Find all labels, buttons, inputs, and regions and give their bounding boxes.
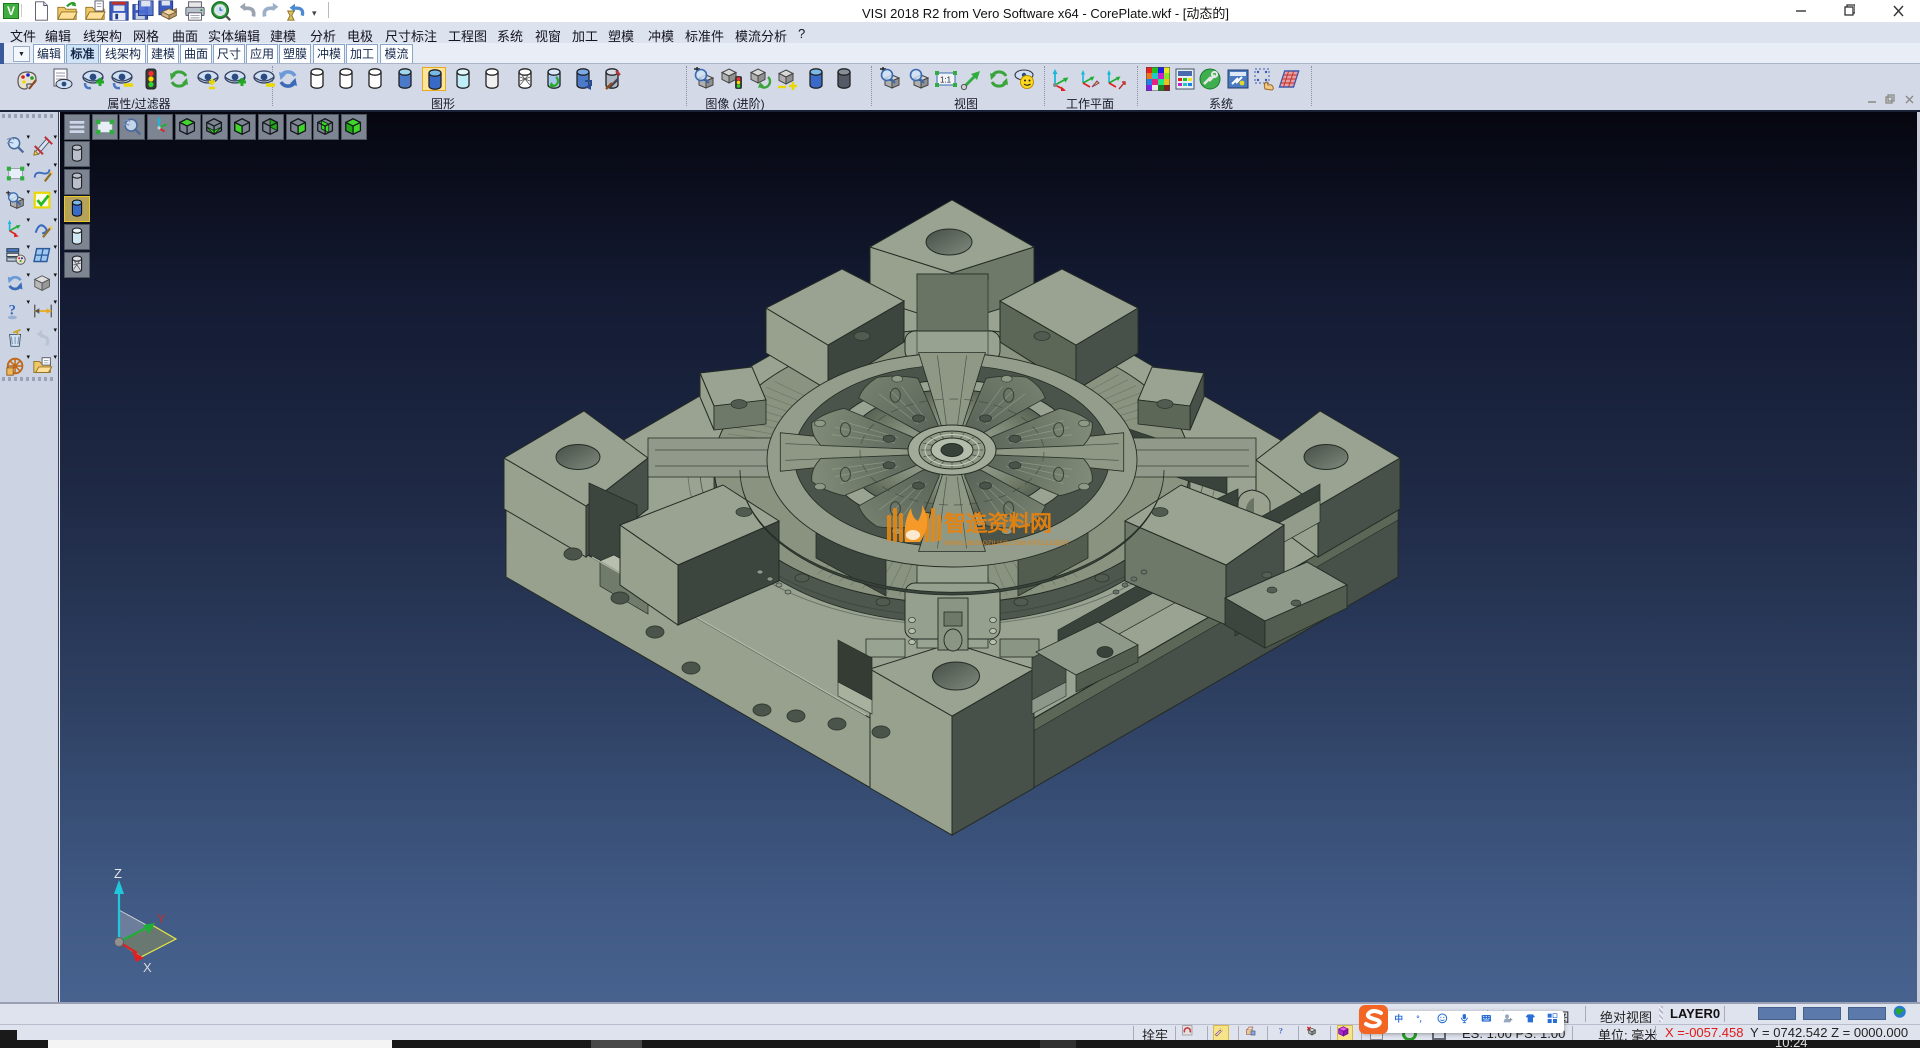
- svg-text:Y: Y: [157, 911, 166, 926]
- svg-text:中: 中: [1394, 1013, 1403, 1024]
- svg-text:1:1: 1:1: [940, 76, 952, 85]
- svg-text:WWW.ZHIZAOZILIAO.COM INTELLIGE: WWW.ZHIZAOZILIAO.COM INTELLIGENT: [944, 540, 1069, 547]
- svg-text:?: ?: [1279, 1026, 1283, 1036]
- svg-text:智造资料网: 智造资料网: [944, 511, 1052, 536]
- svg-text:°,: °,: [1416, 1015, 1421, 1024]
- svg-text:X: X: [143, 960, 152, 975]
- svg-text:Z: Z: [114, 866, 122, 881]
